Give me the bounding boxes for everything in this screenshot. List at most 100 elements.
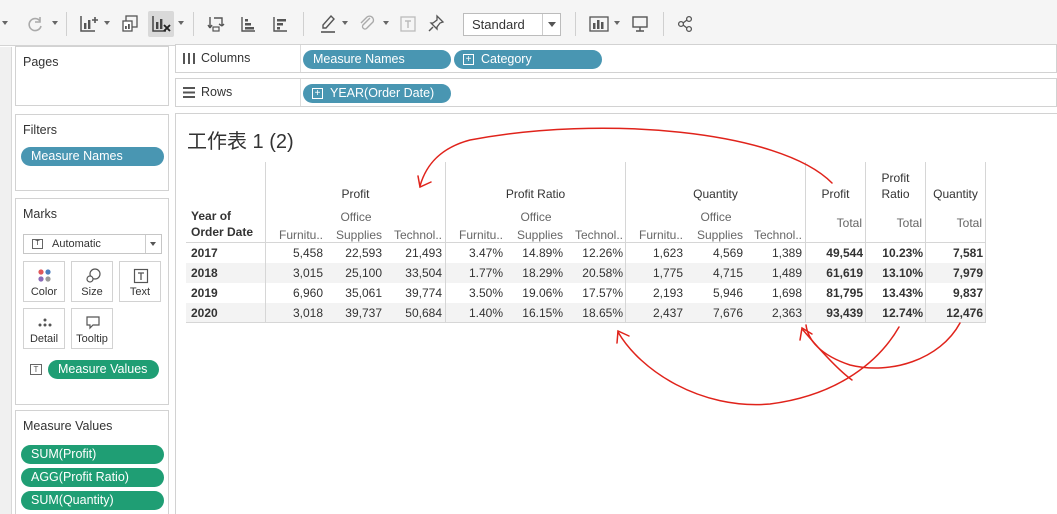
table-cell[interactable]: 33,504 — [386, 266, 442, 280]
table-cell[interactable]: 21,493 — [386, 246, 442, 260]
filter-pill-measure-names[interactable]: Measure Names — [21, 147, 164, 166]
sort-ascending-icon[interactable] — [236, 11, 260, 37]
undo-dropdown-caret[interactable] — [2, 21, 8, 25]
table-cell[interactable]: 17.57% — [566, 286, 623, 300]
table-cell[interactable]: 6,960 — [266, 286, 323, 300]
redo-icon[interactable] — [22, 11, 48, 37]
table-cell[interactable]: 2,363 — [746, 306, 802, 320]
table-cell[interactable]: 1,623 — [626, 246, 683, 260]
total-cell[interactable]: 12,476 — [926, 306, 983, 320]
total-cell[interactable]: 13.10% — [866, 266, 923, 280]
total-cell[interactable]: 10.23% — [866, 246, 923, 260]
filters-card[interactable]: Filters Measure Names — [15, 114, 169, 191]
sub-header-category[interactable]: Furnitu.. — [626, 228, 683, 242]
table-cell[interactable]: 3,015 — [266, 266, 323, 280]
group-header[interactable]: Profit — [266, 187, 445, 201]
swap-icon[interactable] — [204, 11, 228, 37]
marks-pill-measure-values[interactable]: Measure Values — [48, 360, 159, 379]
sub-header-category[interactable]: Furnitu.. — [266, 228, 323, 242]
table-cell[interactable]: 39,737 — [326, 306, 382, 320]
table-cell[interactable]: 3.47% — [446, 246, 503, 260]
highlight-icon[interactable] — [316, 11, 340, 37]
sub-header-category[interactable]: Supplies — [506, 228, 563, 242]
new-worksheet-icon[interactable] — [76, 11, 102, 37]
clear-sheet-icon[interactable] — [148, 11, 174, 37]
sub-header-category[interactable]: Technol.. — [746, 228, 802, 242]
sub-header-category[interactable]: Technol.. — [386, 228, 442, 242]
duplicate-sheet-icon[interactable] — [118, 11, 142, 37]
total-header[interactable]: Profit — [866, 171, 925, 185]
expand-icon[interactable]: + — [312, 88, 323, 99]
share-icon[interactable] — [673, 11, 697, 37]
sub-header-category[interactable]: Supplies — [686, 228, 743, 242]
table-cell[interactable]: 39,774 — [386, 286, 442, 300]
table-cell[interactable]: 1,775 — [626, 266, 683, 280]
total-header[interactable]: Profit — [806, 187, 865, 201]
sub-header-category[interactable]: Furnitu.. — [446, 228, 503, 242]
highlight-caret[interactable] — [342, 21, 348, 25]
size-button[interactable]: Size — [71, 261, 113, 302]
group-caret[interactable] — [383, 21, 389, 25]
table-cell[interactable]: 12.26% — [566, 246, 623, 260]
group-header[interactable]: Quantity — [626, 187, 805, 201]
table-cell[interactable]: 18.29% — [506, 266, 563, 280]
chevron-down-icon[interactable] — [542, 14, 560, 35]
year-label[interactable]: 2018 — [191, 266, 218, 280]
sort-descending-icon[interactable] — [268, 11, 292, 37]
total-cell[interactable]: 7,581 — [926, 246, 983, 260]
color-button[interactable]: Color — [23, 261, 65, 302]
group-header[interactable]: Profit Ratio — [446, 187, 625, 201]
measure-pill-sum-quantity[interactable]: SUM(Quantity) — [21, 491, 164, 510]
chevron-down-icon[interactable] — [145, 235, 161, 253]
total-cell[interactable]: 13.43% — [866, 286, 923, 300]
row-pill-year-order-date[interactable]: + YEAR(Order Date) — [303, 84, 451, 103]
columns-shelf[interactable]: Columns Measure Names + Category — [175, 44, 1057, 73]
table-cell[interactable]: 1.77% — [446, 266, 503, 280]
show-me-caret[interactable] — [614, 21, 620, 25]
total-cell[interactable]: 9,837 — [926, 286, 983, 300]
table-cell[interactable]: 19.06% — [506, 286, 563, 300]
table-cell[interactable]: 20.58% — [566, 266, 623, 280]
table-cell[interactable]: 4,715 — [686, 266, 743, 280]
total-header[interactable]: Quantity — [926, 187, 985, 201]
tooltip-button[interactable]: Tooltip — [71, 308, 113, 349]
view-mode-select[interactable]: Standard — [463, 13, 561, 36]
mark-type-select[interactable]: T Automatic — [23, 234, 162, 254]
pages-card[interactable]: Pages — [15, 46, 169, 106]
clear-sheet-caret[interactable] — [178, 21, 184, 25]
table-cell[interactable]: 3,018 — [266, 306, 323, 320]
column-pill-measure-names[interactable]: Measure Names — [303, 50, 451, 69]
detail-button[interactable]: Detail — [23, 308, 65, 349]
year-label[interactable]: 2020 — [191, 306, 218, 320]
table-cell[interactable]: 18.65% — [566, 306, 623, 320]
table-cell[interactable]: 5,946 — [686, 286, 743, 300]
table-cell[interactable]: 1,698 — [746, 286, 802, 300]
table-cell[interactable]: 2,437 — [626, 306, 683, 320]
expand-icon[interactable]: + — [463, 54, 474, 65]
measure-pill-profit-ratio[interactable]: AGG(Profit Ratio) — [21, 468, 164, 487]
label-icon[interactable] — [396, 11, 420, 37]
rows-shelf[interactable]: Rows + YEAR(Order Date) — [175, 78, 1057, 107]
sub-header-category[interactable]: Supplies — [326, 228, 382, 242]
table-cell[interactable]: 25,100 — [326, 266, 382, 280]
presentation-icon[interactable] — [628, 11, 652, 37]
group-icon[interactable] — [355, 11, 379, 37]
year-label[interactable]: 2019 — [191, 286, 218, 300]
new-worksheet-caret[interactable] — [104, 21, 110, 25]
table-cell[interactable]: 14.89% — [506, 246, 563, 260]
table-cell[interactable]: 50,684 — [386, 306, 442, 320]
column-pill-category[interactable]: + Category — [454, 50, 602, 69]
measure-pill-sum-profit[interactable]: SUM(Profit) — [21, 445, 164, 464]
total-cell[interactable]: 61,619 — [806, 266, 863, 280]
table-cell[interactable]: 2,193 — [626, 286, 683, 300]
table-cell[interactable]: 22,593 — [326, 246, 382, 260]
text-button[interactable]: Text — [119, 261, 161, 302]
table-cell[interactable]: 16.15% — [506, 306, 563, 320]
table-cell[interactable]: 5,458 — [266, 246, 323, 260]
sub-header-category[interactable]: Technol.. — [566, 228, 623, 242]
total-cell[interactable]: 93,439 — [806, 306, 863, 320]
redo-dropdown-caret[interactable] — [52, 21, 58, 25]
year-label[interactable]: 2017 — [191, 246, 218, 260]
total-cell[interactable]: 12.74% — [866, 306, 923, 320]
table-cell[interactable]: 35,061 — [326, 286, 382, 300]
